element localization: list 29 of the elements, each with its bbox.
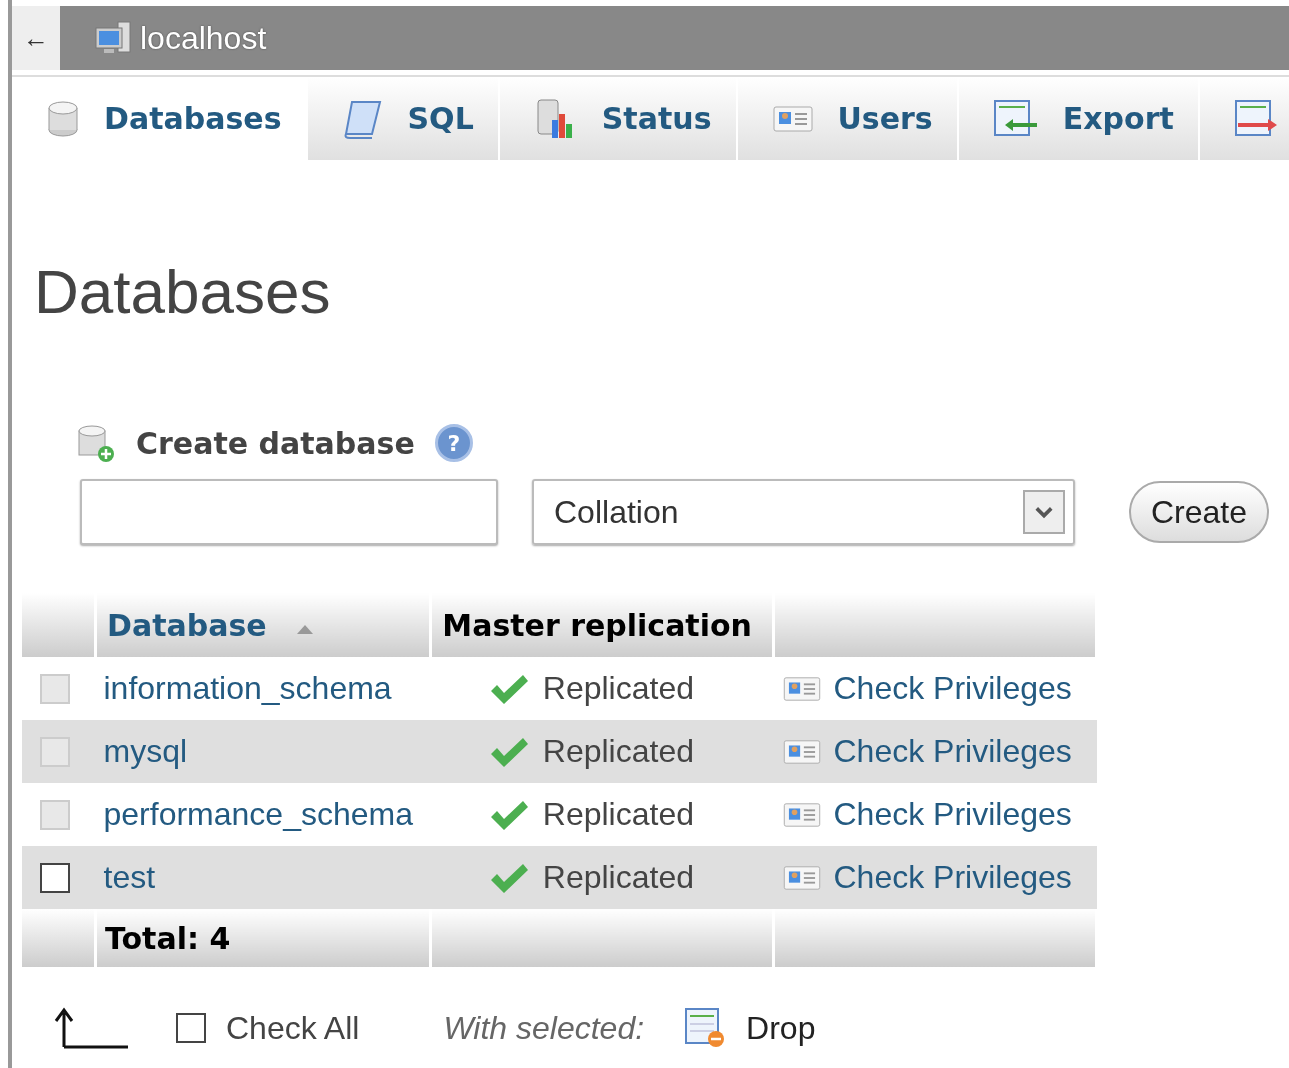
back-button[interactable]: ← — [12, 6, 60, 70]
status-text: Replicated — [542, 670, 694, 707]
with-selected-label: With selected: — [443, 1009, 645, 1047]
section-title: Create database — [136, 425, 415, 461]
id-card-icon — [771, 103, 814, 134]
id-card-icon — [781, 800, 822, 829]
computer-icon — [94, 20, 134, 56]
server-name[interactable]: localhost — [140, 19, 267, 57]
table-delete-icon — [684, 1007, 727, 1049]
status-text: Replicated — [542, 859, 694, 896]
database-link[interactable]: test — [103, 859, 156, 895]
checkbox[interactable] — [40, 862, 70, 893]
total-count: Total: 4 — [105, 920, 231, 956]
caret-icon — [1023, 490, 1065, 534]
page-title: Databases — [34, 256, 332, 327]
collation-dropdown[interactable]: Collation — [532, 479, 1075, 545]
id-card-icon — [781, 737, 822, 766]
status-text: Replicated — [542, 733, 694, 770]
status-text: Replicated — [542, 796, 694, 833]
id-card-icon — [781, 863, 822, 892]
check-all-checkbox[interactable]: Check All — [176, 1009, 360, 1047]
table-arrow-icon — [992, 98, 1039, 139]
id-card-icon — [781, 674, 822, 703]
database-name-field[interactable] — [80, 479, 498, 545]
drop-button[interactable]: Drop — [684, 1007, 816, 1049]
create-button[interactable]: Create — [1129, 481, 1270, 543]
database-icon — [46, 99, 80, 138]
table-arrow-icon — [1233, 98, 1278, 139]
database-add-icon — [76, 423, 116, 463]
